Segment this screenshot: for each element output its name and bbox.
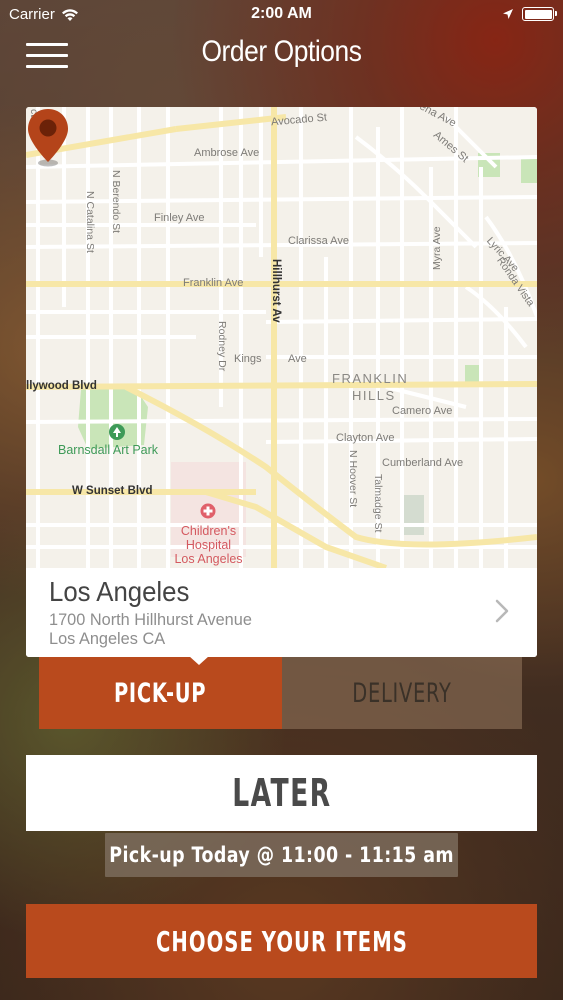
selected-caret-icon (189, 656, 209, 665)
hospital-label-line: Children's (180, 524, 237, 538)
map-label: N Catalina St (84, 191, 96, 253)
location-address-line2: Los Angeles CA (49, 629, 166, 648)
pickup-tab[interactable]: PICK-UP (39, 657, 282, 729)
map-label: Ambrose Ave (194, 147, 260, 159)
green-area (521, 159, 537, 183)
map-label: W Sunset Blvd (72, 485, 153, 497)
map-label: Camero Ave (392, 405, 453, 417)
later-button[interactable]: LATER (26, 755, 537, 831)
hospital-label: Children's Hospital Los Angeles (171, 524, 246, 566)
map-label: Talmadge St (372, 474, 384, 533)
district-label: HILLS (352, 388, 396, 403)
choose-items-button[interactable]: CHOOSE YOUR ITEMS (26, 904, 537, 978)
map-label: Franklin Ave (183, 277, 244, 289)
location-arrow-icon (503, 9, 513, 19)
status-bar: Carrier 2:00 AM (0, 0, 563, 30)
map-label: Rodney Dr (216, 321, 228, 372)
map-label: Finley Ave (154, 212, 205, 224)
location-city: Los Angeles (49, 576, 190, 607)
map-view[interactable]: Avocado St ena Ave Ames St Ambrose Ave F… (26, 107, 537, 568)
battery-icon (522, 7, 557, 21)
order-type-toggle: PICK-UP DELIVERY (39, 656, 522, 729)
status-time: 2:00 AM (251, 5, 312, 22)
location-address-line1: 1700 North Hillhurst Avenue (49, 610, 252, 629)
building-area (404, 495, 424, 535)
map-label: Kings (234, 353, 262, 365)
map-label: Ave (288, 353, 307, 365)
map-label: N Berendo St (110, 170, 122, 234)
map-label: llywood Blvd (26, 380, 97, 392)
later-label: LATER (231, 771, 332, 815)
map-label: Cumberland Ave (382, 457, 464, 469)
location-address-row[interactable]: Los Angeles 1700 North Hillhurst Avenue … (26, 568, 537, 657)
choose-items-label: CHOOSE YOUR ITEMS (155, 924, 408, 958)
district-label: FRANKLIN (332, 371, 409, 386)
map-label: N Hoover St (347, 450, 359, 508)
map-streets (26, 107, 537, 568)
map-pin-icon[interactable] (26, 107, 70, 167)
map-label: Hillhurst Av (270, 259, 282, 323)
chevron-right-icon (495, 599, 509, 623)
map-label: Clarissa Ave (288, 235, 349, 247)
pickup-time-label: Pick-up Today @ 11:00 - 11:15 am (109, 843, 454, 867)
pickup-label: PICK-UP (114, 677, 207, 709)
nav-bar: Order Options (0, 30, 563, 82)
green-area (465, 365, 479, 383)
delivery-label: DELIVERY (352, 677, 452, 709)
map-label: Myra Ave (431, 226, 443, 270)
hospital-label-line: Los Angeles (174, 552, 243, 566)
page-title: Order Options (201, 35, 362, 68)
pickup-time-badge: Pick-up Today @ 11:00 - 11:15 am (105, 833, 458, 877)
hospital-icon (200, 503, 216, 519)
park-icon (109, 424, 125, 440)
hospital-label-line: Hospital (185, 538, 232, 552)
location-card: Avocado St ena Ave Ames St Ambrose Ave F… (26, 107, 537, 657)
delivery-tab[interactable]: DELIVERY (282, 657, 522, 729)
park-label: Barnsdall Art Park (58, 443, 159, 457)
map-label: Clayton Ave (336, 432, 395, 444)
